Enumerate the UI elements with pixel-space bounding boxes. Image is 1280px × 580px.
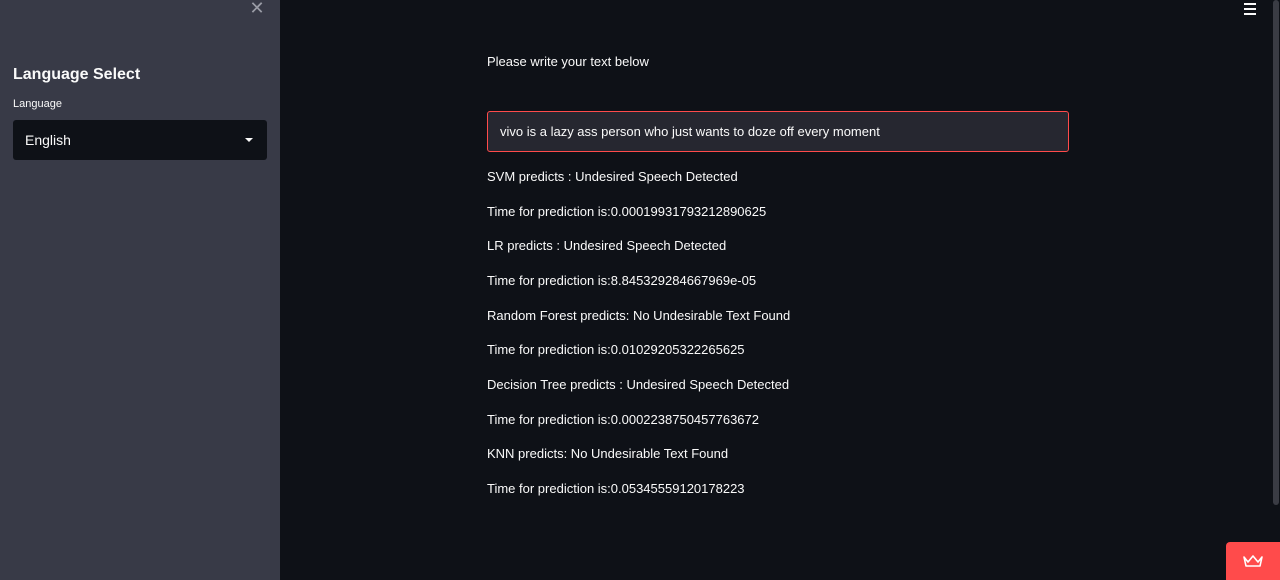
- knn-prediction: KNN predicts: No Undesirable Text Found: [487, 446, 729, 461]
- main-content: Please write your text below SVM predict…: [280, 0, 1280, 580]
- hamburger-menu-icon[interactable]: [1244, 3, 1256, 15]
- random-forest-prediction: Random Forest predicts: No Undesirable T…: [487, 308, 791, 323]
- scrollbar[interactable]: [1272, 0, 1280, 540]
- close-icon[interactable]: ✕: [248, 0, 266, 18]
- language-select[interactable]: English: [13, 120, 267, 160]
- language-select-label: Language: [13, 98, 62, 110]
- lr-time: Time for prediction is:8.845329284667969…: [487, 273, 757, 288]
- decision-tree-time: Time for prediction is:0.000223875045776…: [487, 412, 759, 427]
- sidebar: ✕ Language Select Language English: [0, 0, 280, 580]
- chevron-down-icon: [245, 138, 253, 142]
- sidebar-title: Language Select: [13, 66, 141, 83]
- input-prompt-label: Please write your text below: [487, 54, 649, 69]
- knn-time: Time for prediction is:0.053455591201782…: [487, 481, 745, 496]
- crown-icon-glyph: [1243, 555, 1263, 567]
- random-forest-time: Time for prediction is:0.010292053222656…: [487, 342, 745, 357]
- svm-time: Time for prediction is:0.000199317932128…: [487, 204, 767, 219]
- svm-prediction: SVM predicts : Undesired Speech Detected: [487, 169, 738, 184]
- crown-icon[interactable]: [1226, 542, 1280, 580]
- text-input[interactable]: [487, 111, 1069, 152]
- app-window: ✕ Language Select Language English Pleas…: [0, 0, 1280, 580]
- decision-tree-prediction: Decision Tree predicts : Undesired Speec…: [487, 377, 790, 392]
- language-select-value: English: [25, 132, 71, 148]
- lr-prediction: LR predicts : Undesired Speech Detected: [487, 238, 727, 253]
- scrollbar-thumb[interactable]: [1273, 0, 1279, 505]
